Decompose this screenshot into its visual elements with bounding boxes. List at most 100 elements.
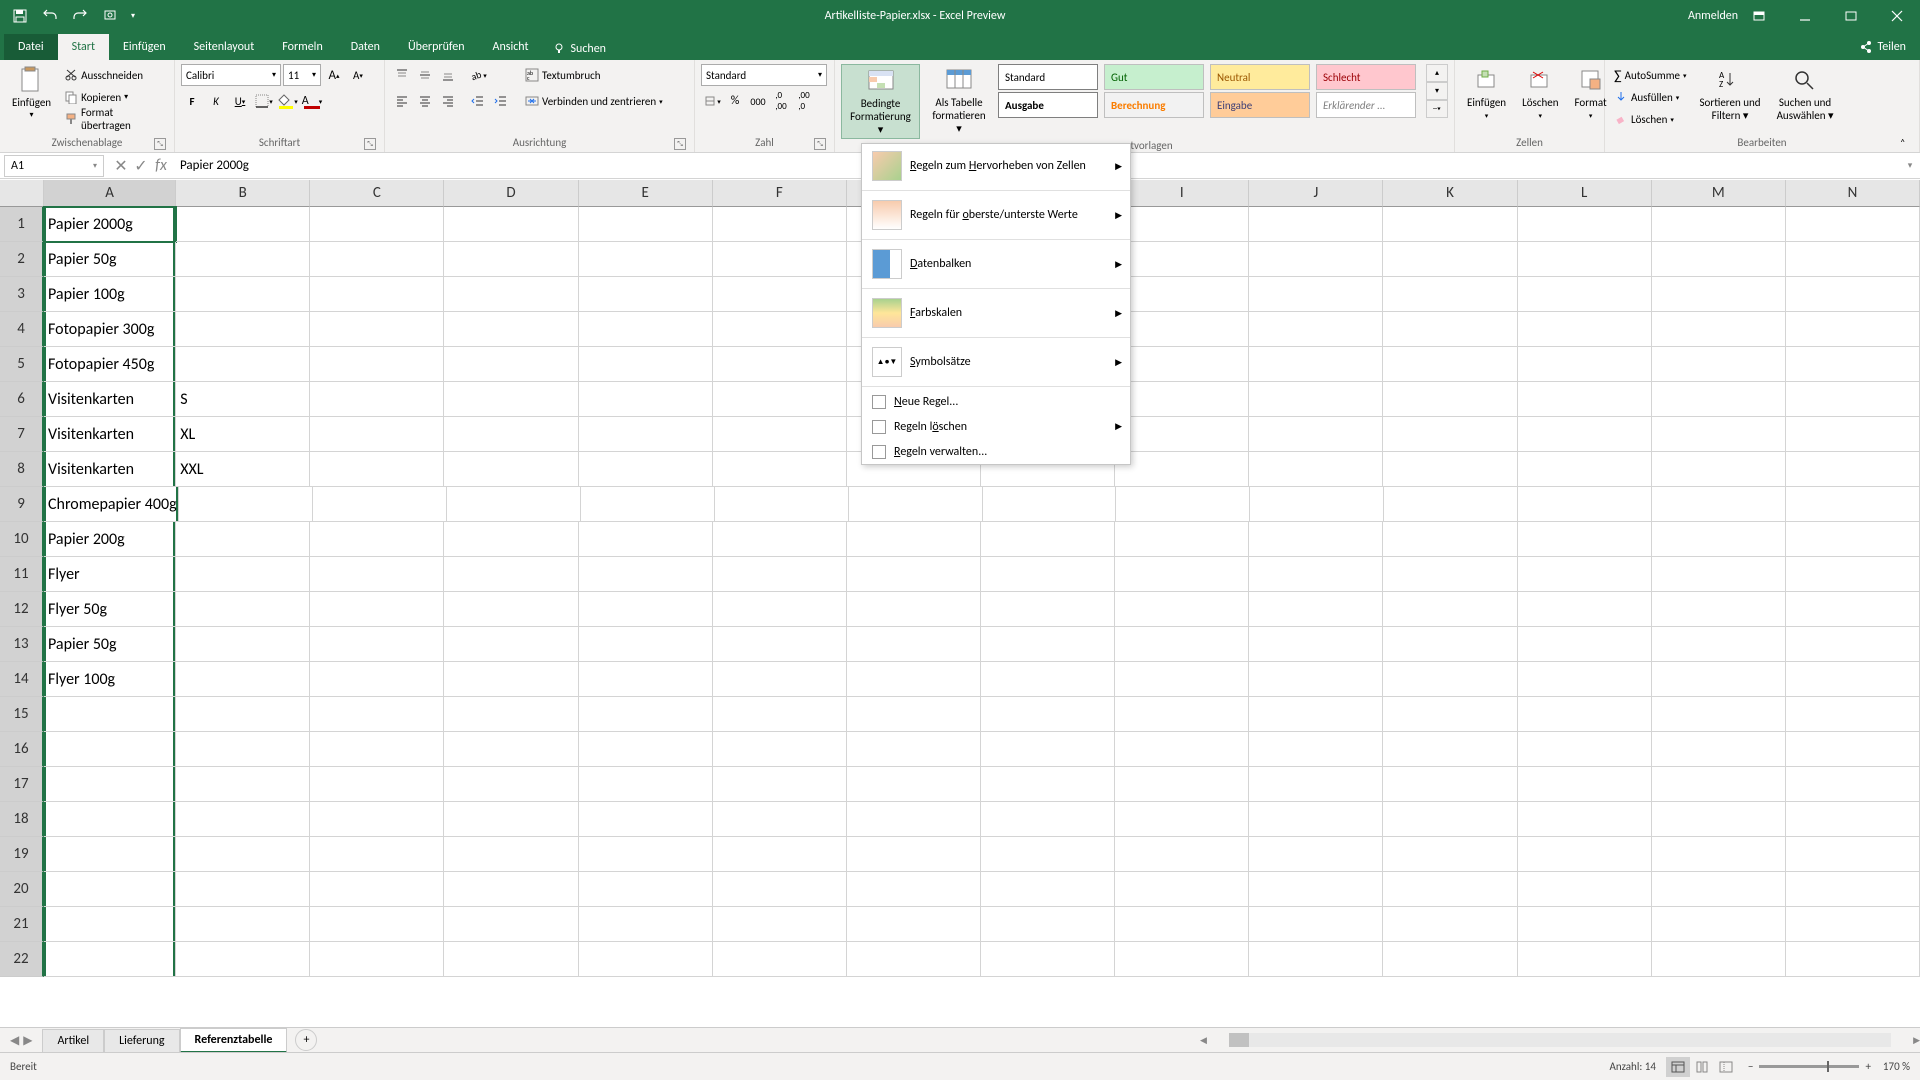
cell-A20[interactable]	[44, 872, 176, 907]
cell-L17[interactable]	[1518, 767, 1652, 802]
column-header-J[interactable]: J	[1249, 180, 1383, 207]
cell-H16[interactable]	[981, 732, 1115, 767]
cell-E7[interactable]	[579, 417, 713, 452]
menu-new-rule[interactable]: Neue Regel...	[862, 389, 1130, 414]
align-top-button[interactable]	[391, 64, 413, 86]
cell-G18[interactable]	[847, 802, 981, 837]
cell-A6[interactable]: Visitenkarten	[44, 382, 176, 417]
cell-E20[interactable]	[579, 872, 713, 907]
cell-L8[interactable]	[1518, 452, 1652, 487]
cell-G9[interactable]	[849, 487, 983, 522]
cell-J4[interactable]	[1249, 312, 1383, 347]
cell-B1[interactable]	[176, 207, 310, 242]
cell-F3[interactable]	[713, 277, 847, 312]
zoom-value[interactable]: 170 %	[1883, 1060, 1910, 1073]
cell-C14[interactable]	[310, 662, 444, 697]
cell-L18[interactable]	[1518, 802, 1652, 837]
sheet-tab-referenztabelle[interactable]: Referenztabelle	[180, 1028, 288, 1053]
cell-A14[interactable]: Flyer 100g	[44, 662, 176, 697]
cell-J11[interactable]	[1249, 557, 1383, 592]
cell-E13[interactable]	[579, 627, 713, 662]
cell-I4[interactable]	[1115, 312, 1249, 347]
font-name-select[interactable]: Calibri▾	[181, 64, 281, 86]
cell-A12[interactable]: Flyer 50g	[44, 592, 176, 627]
cell-N17[interactable]	[1786, 767, 1920, 802]
sheet-nav-next[interactable]: ▶	[23, 1033, 32, 1048]
cell-E6[interactable]	[579, 382, 713, 417]
cell-I15[interactable]	[1115, 697, 1249, 732]
cell-K17[interactable]	[1383, 767, 1517, 802]
cell-B7[interactable]: XL	[176, 417, 310, 452]
font-launcher[interactable]: ⤡	[364, 138, 376, 150]
row-header-9[interactable]: 9	[0, 487, 44, 522]
cell-A1[interactable]: Papier 2000g	[44, 207, 176, 242]
cell-I17[interactable]	[1115, 767, 1249, 802]
cell-E11[interactable]	[579, 557, 713, 592]
cell-C20[interactable]	[310, 872, 444, 907]
cell-A2[interactable]: Papier 50g	[44, 242, 176, 277]
cell-J2[interactable]	[1249, 242, 1383, 277]
row-header-2[interactable]: 2	[0, 242, 44, 277]
cell-D7[interactable]	[444, 417, 578, 452]
cell-D6[interactable]	[444, 382, 578, 417]
cell-J6[interactable]	[1249, 382, 1383, 417]
cell-H13[interactable]	[981, 627, 1115, 662]
cell-D17[interactable]	[444, 767, 578, 802]
cell-I12[interactable]	[1115, 592, 1249, 627]
cell-F19[interactable]	[713, 837, 847, 872]
styles-scroll-up[interactable]: ▴	[1426, 64, 1448, 82]
cell-F7[interactable]	[713, 417, 847, 452]
cell-N11[interactable]	[1786, 557, 1920, 592]
cell-N21[interactable]	[1786, 907, 1920, 942]
tell-me-search[interactable]: Suchen	[543, 38, 616, 60]
cell-C7[interactable]	[310, 417, 444, 452]
decrease-decimal-button[interactable]: ,00,0	[793, 90, 815, 112]
cell-E14[interactable]	[579, 662, 713, 697]
minimize-button[interactable]	[1782, 0, 1828, 31]
cell-J15[interactable]	[1249, 697, 1383, 732]
cell-M2[interactable]	[1652, 242, 1786, 277]
cell-H14[interactable]	[981, 662, 1115, 697]
cell-M17[interactable]	[1652, 767, 1786, 802]
cell-M6[interactable]	[1652, 382, 1786, 417]
cell-I19[interactable]	[1115, 837, 1249, 872]
cell-H19[interactable]	[981, 837, 1115, 872]
cell-I14[interactable]	[1115, 662, 1249, 697]
style-erkl[interactable]: Erklärender ...	[1316, 92, 1416, 118]
number-launcher[interactable]: ⤡	[814, 138, 826, 150]
cell-F13[interactable]	[713, 627, 847, 662]
cell-N3[interactable]	[1786, 277, 1920, 312]
cell-E9[interactable]	[581, 487, 715, 522]
copy-button[interactable]: Kopieren▾	[61, 86, 168, 108]
cell-H18[interactable]	[981, 802, 1115, 837]
cell-I11[interactable]	[1115, 557, 1249, 592]
cell-L3[interactable]	[1518, 277, 1652, 312]
column-header-C[interactable]: C	[310, 180, 444, 207]
cell-B16[interactable]	[176, 732, 310, 767]
column-header-E[interactable]: E	[579, 180, 713, 207]
menu-manage-rules[interactable]: Regeln verwalten...	[862, 439, 1130, 464]
cell-G14[interactable]	[847, 662, 981, 697]
row-header-22[interactable]: 22	[0, 942, 44, 977]
cell-K3[interactable]	[1383, 277, 1517, 312]
cell-C2[interactable]	[310, 242, 444, 277]
comma-button[interactable]: 000	[747, 90, 769, 112]
cell-B15[interactable]	[176, 697, 310, 732]
cell-M21[interactable]	[1652, 907, 1786, 942]
cell-H12[interactable]	[981, 592, 1115, 627]
save-button[interactable]	[6, 2, 34, 30]
align-center-button[interactable]	[414, 90, 436, 112]
number-format-select[interactable]: Standard▾	[701, 64, 827, 86]
cell-N8[interactable]	[1786, 452, 1920, 487]
cell-E22[interactable]	[579, 942, 713, 977]
cell-K16[interactable]	[1383, 732, 1517, 767]
accounting-format-button[interactable]: ▾	[701, 90, 723, 112]
clipboard-launcher[interactable]: ⤡	[154, 138, 166, 150]
cut-button[interactable]: Ausschneiden	[61, 64, 168, 86]
cell-M10[interactable]	[1652, 522, 1786, 557]
find-select-button[interactable]: Suchen undAuswählen ▾	[1771, 64, 1840, 124]
row-header-3[interactable]: 3	[0, 277, 44, 312]
percent-button[interactable]: %	[724, 90, 746, 112]
accept-formula-button[interactable]: ✓	[132, 156, 150, 176]
cell-A16[interactable]	[44, 732, 176, 767]
